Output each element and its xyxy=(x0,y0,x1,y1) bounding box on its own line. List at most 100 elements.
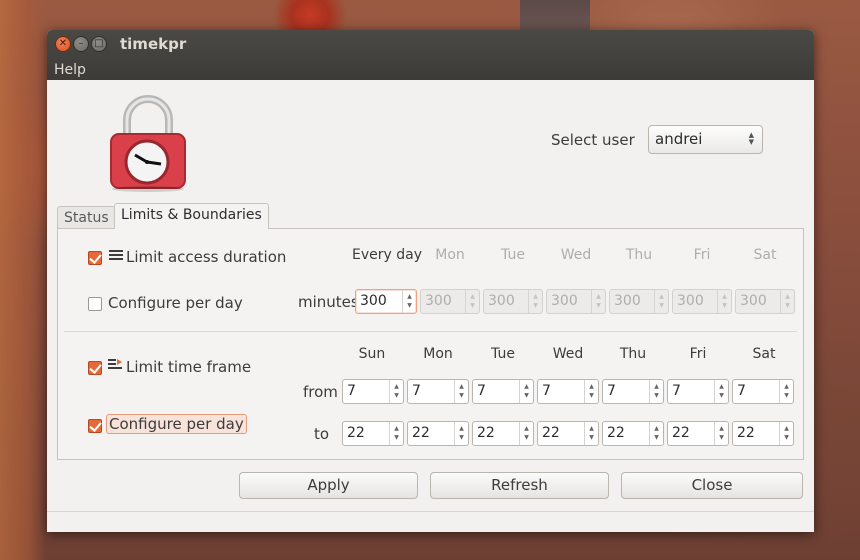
to-tue-input[interactable]: 22 ▲ ▼ xyxy=(472,421,534,446)
header-tue: Tue xyxy=(491,346,515,362)
from-sun-input[interactable]: 7 ▲ ▼ xyxy=(342,379,404,404)
header-sat: Sat xyxy=(752,346,776,362)
from-fri-input[interactable]: 7 ▲ ▼ xyxy=(667,379,729,404)
apply-button[interactable]: Apply xyxy=(239,472,418,499)
from-mon-input[interactable]: 7 ▲ ▼ xyxy=(407,379,469,404)
from-thu-input[interactable]: 7 ▲ ▼ xyxy=(602,379,664,404)
from-tue-value: 7 xyxy=(477,383,486,399)
header-wed: Wed xyxy=(552,346,584,362)
wallpaper-left xyxy=(0,0,46,560)
spin-arrows-icon[interactable]: ▲ ▼ xyxy=(519,380,533,403)
spin-arrows-icon[interactable]: ▲ ▼ xyxy=(454,380,468,403)
header-mon: Mon xyxy=(423,346,453,362)
spin-arrows-icon[interactable]: ▲ ▼ xyxy=(779,380,793,403)
status-bar-divider xyxy=(47,511,814,512)
spin-arrows-icon[interactable]: ▲ ▼ xyxy=(519,422,533,445)
limit-access-duration-label: Limit access duration xyxy=(126,248,287,266)
spin-arrows-icon[interactable]: ▲ ▼ xyxy=(649,380,663,403)
spin-arrows-icon[interactable]: ▲ ▼ xyxy=(402,290,416,313)
list-icon xyxy=(109,250,123,260)
minutes-every-day-value: 300 xyxy=(360,293,387,309)
to-fri-value: 22 xyxy=(672,425,690,441)
configure-per-day-timeframe-label[interactable]: Configure per day xyxy=(106,414,247,434)
spin-arrows-icon[interactable]: ▲ ▼ xyxy=(717,290,731,313)
header-fri: Fri xyxy=(693,247,711,263)
select-user-label: Select user xyxy=(551,131,635,149)
timeframe-icon xyxy=(108,359,122,369)
app-window: ✕ – □ timekpr Help Select user andrei ▲ ▼… xyxy=(47,30,814,532)
to-sat-value: 22 xyxy=(737,425,755,441)
user-select-value: andrei xyxy=(655,130,703,148)
limit-time-frame-checkbox[interactable] xyxy=(88,361,102,375)
refresh-button[interactable]: Refresh xyxy=(430,472,609,499)
to-tue-value: 22 xyxy=(477,425,495,441)
to-fri-input[interactable]: 22 ▲ ▼ xyxy=(667,421,729,446)
to-sun-input[interactable]: 22 ▲ ▼ xyxy=(342,421,404,446)
to-mon-input[interactable]: 22 ▲ ▼ xyxy=(407,421,469,446)
minutes-thu-value: 300 xyxy=(614,293,641,309)
header-wed: Wed xyxy=(560,247,592,263)
menu-help[interactable]: Help xyxy=(54,62,86,78)
spin-arrows-icon[interactable]: ▲ ▼ xyxy=(389,380,403,403)
spin-arrows-icon[interactable]: ▲ ▼ xyxy=(591,290,605,313)
spin-arrows-icon[interactable]: ▲ ▼ xyxy=(584,422,598,445)
wallpaper-trunk xyxy=(520,0,590,30)
minimize-window-icon[interactable]: – xyxy=(73,36,89,52)
minutes-mon-value: 300 xyxy=(425,293,452,309)
spin-arrows-icon[interactable]: ▲ ▼ xyxy=(584,380,598,403)
padlock-clock-icon xyxy=(110,95,186,192)
from-thu-value: 7 xyxy=(607,383,616,399)
spin-arrows-icon[interactable]: ▲ ▼ xyxy=(714,422,728,445)
minutes-wed-input[interactable]: 300 ▲ ▼ xyxy=(546,289,606,314)
from-fri-value: 7 xyxy=(672,383,681,399)
limit-access-duration-checkbox[interactable] xyxy=(88,251,102,265)
minutes-label: minutes xyxy=(298,293,359,311)
configure-per-day-duration-checkbox[interactable] xyxy=(88,297,102,311)
minutes-sat-input[interactable]: 300 ▲ ▼ xyxy=(735,289,795,314)
wallpaper-leaves xyxy=(270,0,370,30)
minutes-fri-input[interactable]: 300 ▲ ▼ xyxy=(672,289,732,314)
spin-arrows-icon[interactable]: ▲ ▼ xyxy=(714,380,728,403)
minutes-thu-input[interactable]: 300 ▲ ▼ xyxy=(609,289,669,314)
spin-arrows-icon[interactable]: ▲ ▼ xyxy=(654,290,668,313)
tab-limits-boundaries[interactable]: Limits & Boundaries xyxy=(114,203,269,229)
from-label: from xyxy=(303,383,338,401)
from-sun-value: 7 xyxy=(347,383,356,399)
configure-per-day-timeframe-checkbox[interactable] xyxy=(88,419,102,433)
spin-arrows-icon[interactable]: ▲ ▼ xyxy=(780,290,794,313)
to-wed-input[interactable]: 22 ▲ ▼ xyxy=(537,421,599,446)
minutes-tue-input[interactable]: 300 ▲ ▼ xyxy=(483,289,543,314)
header-every-day: Every day xyxy=(352,247,422,263)
tab-status[interactable]: Status xyxy=(57,206,116,230)
limit-time-frame-label: Limit time frame xyxy=(126,358,252,376)
from-wed-value: 7 xyxy=(542,383,551,399)
maximize-window-icon[interactable]: □ xyxy=(91,36,107,52)
spin-arrows-icon[interactable]: ▲ ▼ xyxy=(389,422,403,445)
from-wed-input[interactable]: 7 ▲ ▼ xyxy=(537,379,599,404)
to-mon-value: 22 xyxy=(412,425,430,441)
to-thu-input[interactable]: 22 ▲ ▼ xyxy=(602,421,664,446)
minutes-tue-value: 300 xyxy=(488,293,515,309)
close-button[interactable]: Close xyxy=(621,472,803,499)
to-sat-input[interactable]: 22 ▲ ▼ xyxy=(732,421,794,446)
from-sat-input[interactable]: 7 ▲ ▼ xyxy=(732,379,794,404)
from-tue-input[interactable]: 7 ▲ ▼ xyxy=(472,379,534,404)
header-mon: Mon xyxy=(435,247,465,263)
minutes-mon-input[interactable]: 300 ▲ ▼ xyxy=(420,289,480,314)
spin-arrows-icon[interactable]: ▲ ▼ xyxy=(454,422,468,445)
header-sun: Sun xyxy=(358,346,386,362)
configure-per-day-duration-label: Configure per day xyxy=(108,294,243,312)
spin-arrows-icon[interactable]: ▲ ▼ xyxy=(528,290,542,313)
from-mon-value: 7 xyxy=(412,383,421,399)
spin-arrows-icon[interactable]: ▲ ▼ xyxy=(465,290,479,313)
minutes-wed-value: 300 xyxy=(551,293,578,309)
user-select[interactable]: andrei ▲ ▼ xyxy=(648,125,763,154)
limits-panel: Limit access duration Configure per day … xyxy=(57,228,804,460)
close-window-icon[interactable]: ✕ xyxy=(55,36,71,52)
section-divider xyxy=(64,331,797,332)
spin-arrows-icon[interactable]: ▲ ▼ xyxy=(779,422,793,445)
to-label: to xyxy=(314,425,330,443)
minutes-every-day-input[interactable]: 300 ▲ ▼ xyxy=(355,289,417,314)
spin-arrows-icon[interactable]: ▲ ▼ xyxy=(649,422,663,445)
from-sat-value: 7 xyxy=(737,383,746,399)
